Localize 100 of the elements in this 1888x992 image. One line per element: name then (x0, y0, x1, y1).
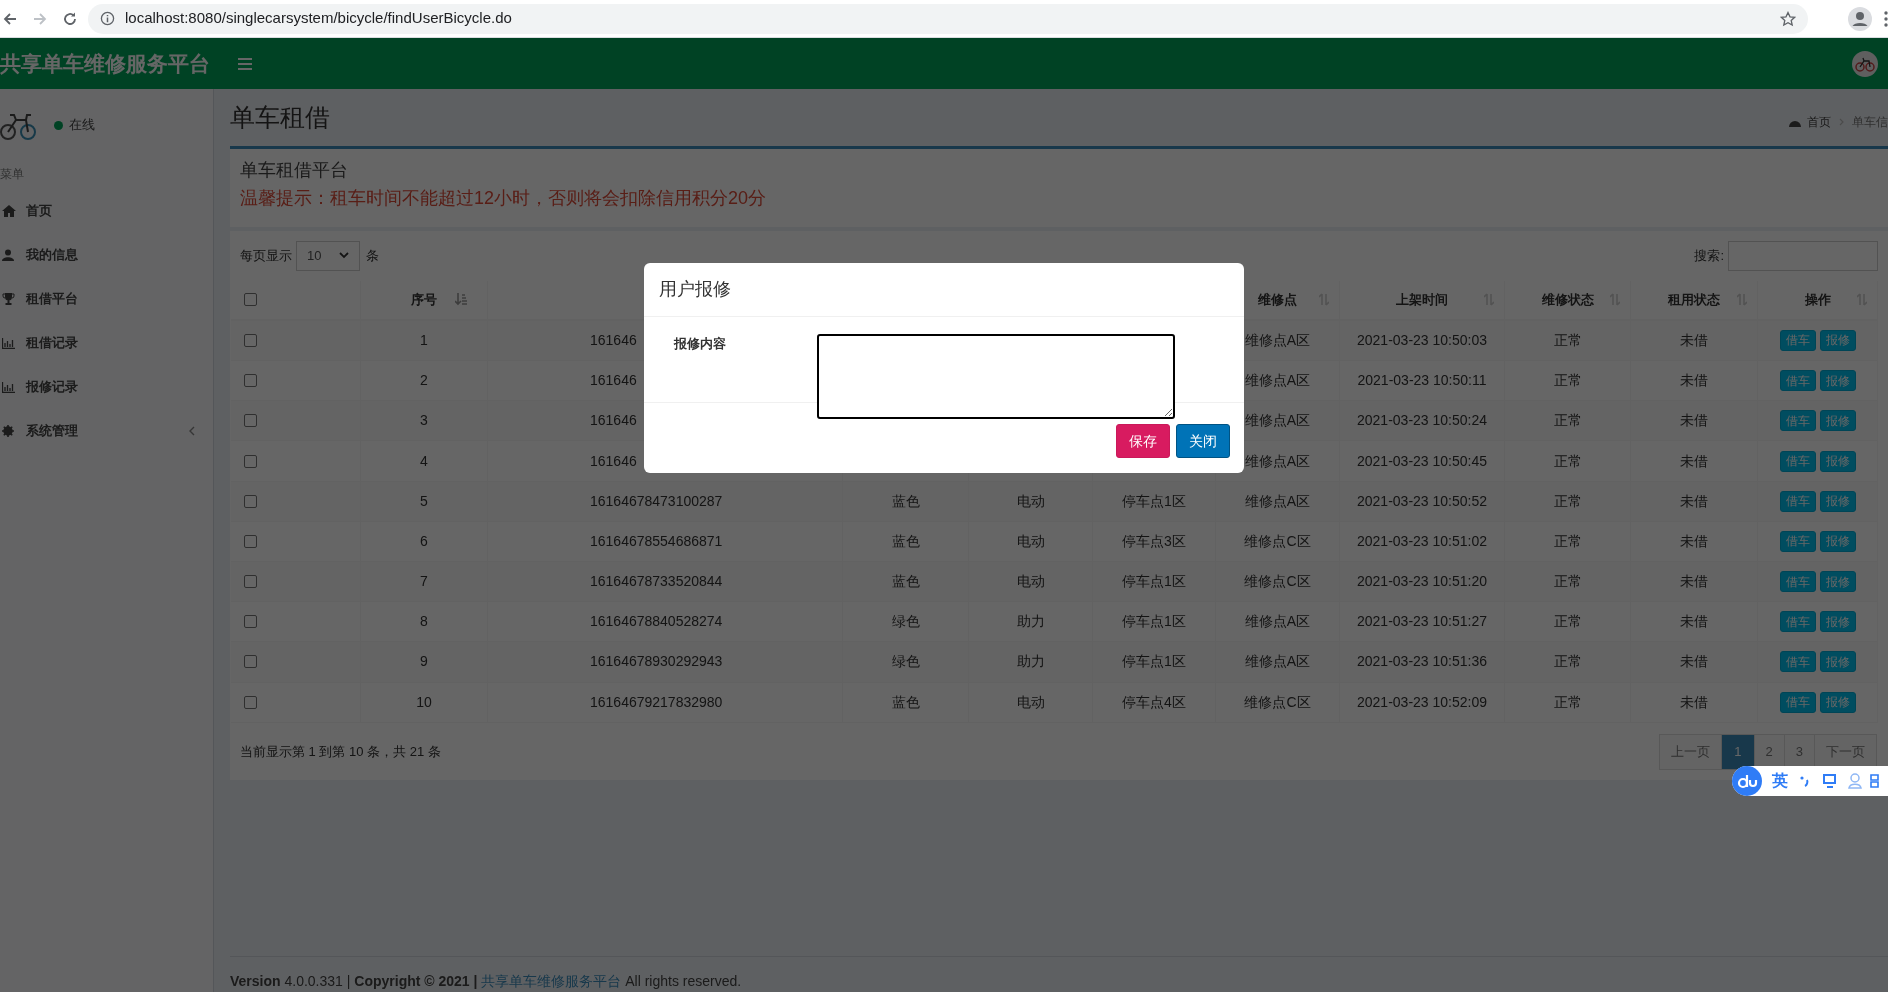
checkbox[interactable] (244, 374, 257, 388)
warning-text: 温馨提示：租车时间不能超过12小时，否则将会扣除信用积分20分 (240, 187, 768, 211)
table-cell-text: 6 (420, 531, 428, 551)
user-icon (2, 249, 14, 261)
column-header[interactable]: 维修点 (1258, 290, 1297, 310)
action-button[interactable]: 借车 (1779, 450, 1816, 472)
table-cell-text: 助力 (1016, 652, 1045, 672)
column-header[interactable]: 序号 (411, 290, 437, 310)
sort-ascending-icon[interactable] (455, 293, 467, 307)
ime-mode[interactable]: 英 (1772, 769, 1788, 793)
table-cell-text: 电动 (1016, 491, 1045, 511)
action-button[interactable]: 借车 (1779, 530, 1816, 552)
page-title: 单车租借 (230, 102, 330, 133)
table-cell-text: 维修点A区 (1244, 411, 1311, 431)
action-button[interactable]: 报修 (1819, 691, 1856, 713)
menu-icon[interactable] (1884, 10, 1888, 27)
checkbox[interactable] (244, 293, 257, 307)
checkbox[interactable] (244, 454, 257, 468)
bar-chart-icon (2, 337, 15, 349)
action-button[interactable]: 借车 (1779, 490, 1816, 512)
table-cell-text: 未借 (1680, 531, 1708, 551)
repair-content-field[interactable] (817, 334, 1175, 419)
table-cell-text: 16164678840528274 (590, 612, 723, 632)
dialog-button[interactable]: 关闭 (1176, 424, 1230, 458)
pagination-button[interactable]: 1 (1721, 733, 1755, 770)
action-button[interactable]: 报修 (1819, 651, 1856, 673)
sidebar-item[interactable]: 报修记录 (0, 365, 213, 409)
action-button[interactable]: 借车 (1779, 571, 1816, 593)
column-header[interactable]: 上架时间 (1396, 290, 1448, 310)
table-cell-text: 维修点C区 (1244, 572, 1311, 592)
brand-title[interactable]: 共享单车维修服务平台 (0, 47, 210, 80)
column-header[interactable]: 操作 (1804, 290, 1831, 310)
table-cell-text: 7 (420, 572, 428, 592)
table-cell-text: 电动 (1016, 692, 1045, 712)
checkbox[interactable] (244, 575, 257, 589)
bookmark-star-icon[interactable] (1780, 10, 1796, 27)
table-cell-text: 正常 (1553, 451, 1582, 471)
table-cell-text: 2 (420, 371, 428, 391)
table-cell-text: 停车点1区 (1122, 612, 1186, 632)
action-button[interactable]: 借车 (1779, 370, 1816, 392)
table-cell-text: 正常 (1553, 652, 1582, 672)
action-button[interactable]: 报修 (1819, 530, 1856, 552)
sidebar-item[interactable]: 租借平台 (0, 277, 213, 321)
checkbox[interactable] (244, 695, 257, 709)
table-info: 当前显示第 1 到第 10 条，共 21 条 (240, 743, 441, 761)
table-cell-text: 2021-03-23 10:50:11 (1357, 371, 1487, 391)
checkbox[interactable] (244, 494, 257, 508)
table-cell-text: 维修点A区 (1244, 652, 1311, 672)
checkbox[interactable] (244, 333, 257, 347)
action-button[interactable]: 报修 (1819, 490, 1856, 512)
action-button[interactable]: 借车 (1779, 611, 1816, 633)
action-button[interactable]: 借车 (1779, 651, 1816, 673)
table-cell-text: 维修点C区 (1244, 531, 1311, 551)
sidebar-item[interactable]: 我的信息 (0, 233, 213, 277)
checkbox[interactable] (244, 615, 257, 629)
table-cell-text: 2021-03-23 10:52:09 (1357, 692, 1487, 712)
avatar-icon[interactable] (1852, 50, 1878, 77)
forward-icon[interactable] (32, 10, 48, 27)
address-bar[interactable]: localhost:8080/singlecarsystem/bicycle/findUserBicycle.do (88, 3, 1808, 34)
table-cell-text: 维修点C区 (1244, 692, 1311, 712)
checkbox[interactable] (244, 534, 257, 548)
action-button[interactable]: 报修 (1819, 571, 1856, 593)
table-cell-text: 绿色 (891, 612, 920, 632)
action-button[interactable]: 报修 (1819, 370, 1856, 392)
chevron-down-icon (339, 252, 349, 260)
action-button[interactable]: 借车 (1779, 691, 1816, 713)
table-cell-text: 2021-03-23 10:50:24 (1357, 411, 1487, 431)
table-cell-text: 5 (420, 491, 428, 511)
table-cell-text: 维修点A区 (1244, 371, 1311, 391)
table-cell-text: 未借 (1680, 371, 1708, 391)
reload-icon[interactable] (62, 10, 78, 27)
profile-icon[interactable] (1848, 6, 1872, 31)
online-status: 在线 (69, 116, 95, 135)
footer-link[interactable]: 共享单车维修服务平台 (481, 973, 622, 989)
sidebar-item[interactable]: 首页 (0, 189, 213, 233)
page-length-select[interactable]: 10 (296, 240, 360, 271)
sidebar-item[interactable]: 租借记录 (0, 321, 213, 365)
dialog-button[interactable]: 保存 (1116, 424, 1170, 458)
sidebar-item[interactable]: 系统管理 (0, 409, 213, 453)
grid-icon[interactable] (1870, 773, 1880, 789)
user-icon[interactable] (1848, 773, 1862, 789)
action-button[interactable]: 报修 (1819, 410, 1856, 432)
table-cell-text: 未借 (1680, 652, 1708, 672)
punctuation-icon[interactable] (1800, 774, 1810, 788)
action-button[interactable]: 报修 (1819, 450, 1856, 472)
column-header[interactable]: 租用状态 (1668, 290, 1720, 310)
breadcrumb-link[interactable]: 首页 (1807, 112, 1831, 131)
table-cell-text: 10 (416, 692, 432, 712)
checkbox[interactable] (244, 655, 257, 669)
checkbox[interactable] (244, 414, 257, 428)
action-button[interactable]: 借车 (1779, 329, 1816, 351)
table-cell-text: 电动 (1016, 572, 1045, 592)
column-header[interactable]: 维修状态 (1541, 290, 1594, 310)
action-button[interactable]: 报修 (1819, 329, 1856, 351)
action-button[interactable]: 借车 (1779, 410, 1816, 432)
table-cell-text: 正常 (1553, 411, 1582, 431)
footer-text: Version 4.0.0.331 | Copyright © 2021 | 共享单车维修服务平台 All rights reserved. (230, 972, 743, 991)
back-icon[interactable] (2, 10, 18, 27)
action-button[interactable]: 报修 (1819, 611, 1856, 633)
table-cell-text: 2021-03-23 10:50:52 (1357, 491, 1487, 511)
